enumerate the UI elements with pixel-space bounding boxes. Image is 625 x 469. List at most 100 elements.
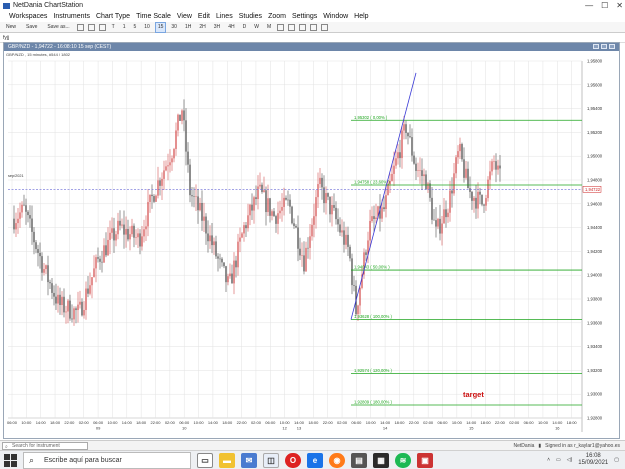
menu-settings[interactable]: Settings [292, 12, 317, 22]
candle-body [285, 197, 287, 200]
minimize-button[interactable]: — [585, 0, 593, 12]
mail-icon[interactable]: ✉ [241, 453, 257, 468]
candle-body [27, 211, 29, 216]
candle-body [221, 258, 223, 263]
candle-body [289, 199, 291, 207]
y-tick-label: 1,95000 [587, 154, 603, 159]
candle-body [71, 318, 73, 320]
store-icon[interactable]: ◫ [263, 453, 279, 468]
x-tick-label: 18:00 [50, 420, 61, 425]
app-task-icon[interactable]: ▦ [373, 453, 389, 468]
menu-instruments[interactable]: Instruments [53, 12, 90, 22]
task-view-icon[interactable]: ▭ [197, 453, 213, 468]
candle-body [359, 287, 361, 306]
timeframe-3h[interactable]: 3H [211, 22, 223, 33]
timeframe-2h[interactable]: 2H [196, 22, 208, 33]
timeframe-10[interactable]: 10 [141, 22, 153, 33]
candle-body [127, 228, 129, 240]
candle-chart-icon[interactable] [87, 23, 95, 31]
taskbar-clock[interactable]: 16:08 15/09/2021 [578, 453, 608, 467]
instrument-search-input[interactable]: ⌕ Search for instrument [2, 442, 88, 450]
close-button[interactable]: ✕ [616, 0, 623, 12]
timeframe-1h[interactable]: 1H [182, 22, 194, 33]
windows-start-icon[interactable] [4, 454, 17, 467]
y-tick-label: 1,95600 [587, 82, 603, 87]
chart-close-button[interactable] [609, 44, 615, 49]
candle-body [381, 207, 383, 219]
menu-edit[interactable]: Edit [198, 12, 210, 22]
timeframe-15[interactable]: 15 [154, 21, 167, 33]
taskbar-search-input[interactable]: ⌕ Escribe aquí para buscar [23, 452, 191, 469]
candle-body [497, 165, 499, 170]
zoom-icon[interactable] [288, 23, 296, 31]
volume-icon[interactable]: ◁) [567, 457, 573, 463]
network-icon[interactable]: ▭ [556, 457, 561, 463]
firefox-icon[interactable]: ◉ [329, 453, 345, 468]
trend-line[interactable] [350, 72, 417, 320]
chart-canvas[interactable]: 1,95800 1,95600 1,95400 1,95200 1,95000 1,948… [4, 43, 619, 438]
trendline-icon[interactable] [299, 23, 307, 31]
menu-workspaces[interactable]: Workspaces [9, 12, 47, 22]
menu-lines[interactable]: Lines [216, 12, 233, 22]
menu-window[interactable]: Window [323, 12, 348, 22]
candle-body [371, 216, 373, 221]
timeframe-t[interactable]: T [109, 22, 118, 33]
candle-body [139, 233, 141, 247]
other-app-icon[interactable]: ▣ [417, 453, 433, 468]
candle-body [233, 260, 235, 284]
save-as-button[interactable]: Save as... [43, 24, 73, 30]
workspace-tab[interactable]: fyjj [3, 35, 9, 41]
timeframe-m[interactable]: M [264, 22, 274, 33]
spotify-icon[interactable]: ≋ [395, 453, 411, 468]
chart-panel[interactable]: 1,95800 1,95600 1,95400 1,95200 1,95000 1,948… [3, 42, 620, 439]
fibonacci-icon[interactable] [310, 23, 318, 31]
timeframe-1[interactable]: 1 [120, 22, 129, 33]
maximize-button[interactable]: ☐ [601, 0, 608, 12]
chart-minimize-button[interactable] [593, 44, 599, 49]
window-title: NetDania ChartStation [13, 2, 84, 9]
menu-zoom[interactable]: Zoom [268, 12, 286, 22]
chart-maximize-button[interactable] [601, 44, 607, 49]
candle-body [51, 283, 53, 293]
x-tick-label: 06:00 [524, 420, 535, 425]
chartstation-task-icon[interactable]: ▤ [351, 453, 367, 468]
candle-body [111, 228, 113, 233]
candle-body [159, 180, 161, 186]
edge-icon[interactable]: e [307, 453, 323, 468]
save-button[interactable]: Save [22, 24, 41, 30]
menu-help[interactable]: Help [354, 12, 368, 22]
menu-time-scale[interactable]: Time Scale [136, 12, 171, 22]
opera-icon[interactable]: O [285, 453, 301, 468]
menu-view[interactable]: View [177, 12, 192, 22]
tray-chevron-icon[interactable]: ˄ [547, 457, 550, 463]
candle-body [395, 158, 397, 166]
timeframe-d[interactable]: D [240, 22, 250, 33]
x-tick-label: 06:00 [437, 420, 448, 425]
target-annotation[interactable]: target [463, 390, 484, 399]
file-explorer-icon[interactable]: ▬ [219, 453, 235, 468]
candle-body [423, 174, 425, 177]
candle-body [37, 249, 39, 253]
timeframe-30[interactable]: 30 [168, 22, 180, 33]
candle-body [153, 196, 155, 202]
menu-studies[interactable]: Studies [239, 12, 262, 22]
bar-chart-icon[interactable] [76, 23, 84, 31]
candle-body [335, 207, 337, 220]
menu-chart-type[interactable]: Chart Type [96, 12, 130, 22]
candle-body [19, 212, 21, 219]
candle-body [53, 292, 55, 297]
line-chart-icon[interactable] [98, 23, 106, 31]
x-tick-label: 14:00 [122, 420, 133, 425]
timeframe-5[interactable]: 5 [131, 22, 140, 33]
x-tick-label: 22:00 [323, 420, 334, 425]
new-button[interactable]: New [2, 24, 20, 30]
text-tool-icon[interactable] [321, 23, 329, 31]
timeframe-4h[interactable]: 4H [225, 22, 237, 33]
candle-body [301, 255, 303, 256]
notification-icon[interactable]: ▢ [614, 457, 619, 463]
candle-body [373, 216, 375, 219]
timeframe-w[interactable]: W [251, 22, 262, 33]
candle-body [271, 211, 273, 216]
crosshair-icon[interactable] [277, 23, 285, 31]
candle-body [291, 206, 293, 224]
